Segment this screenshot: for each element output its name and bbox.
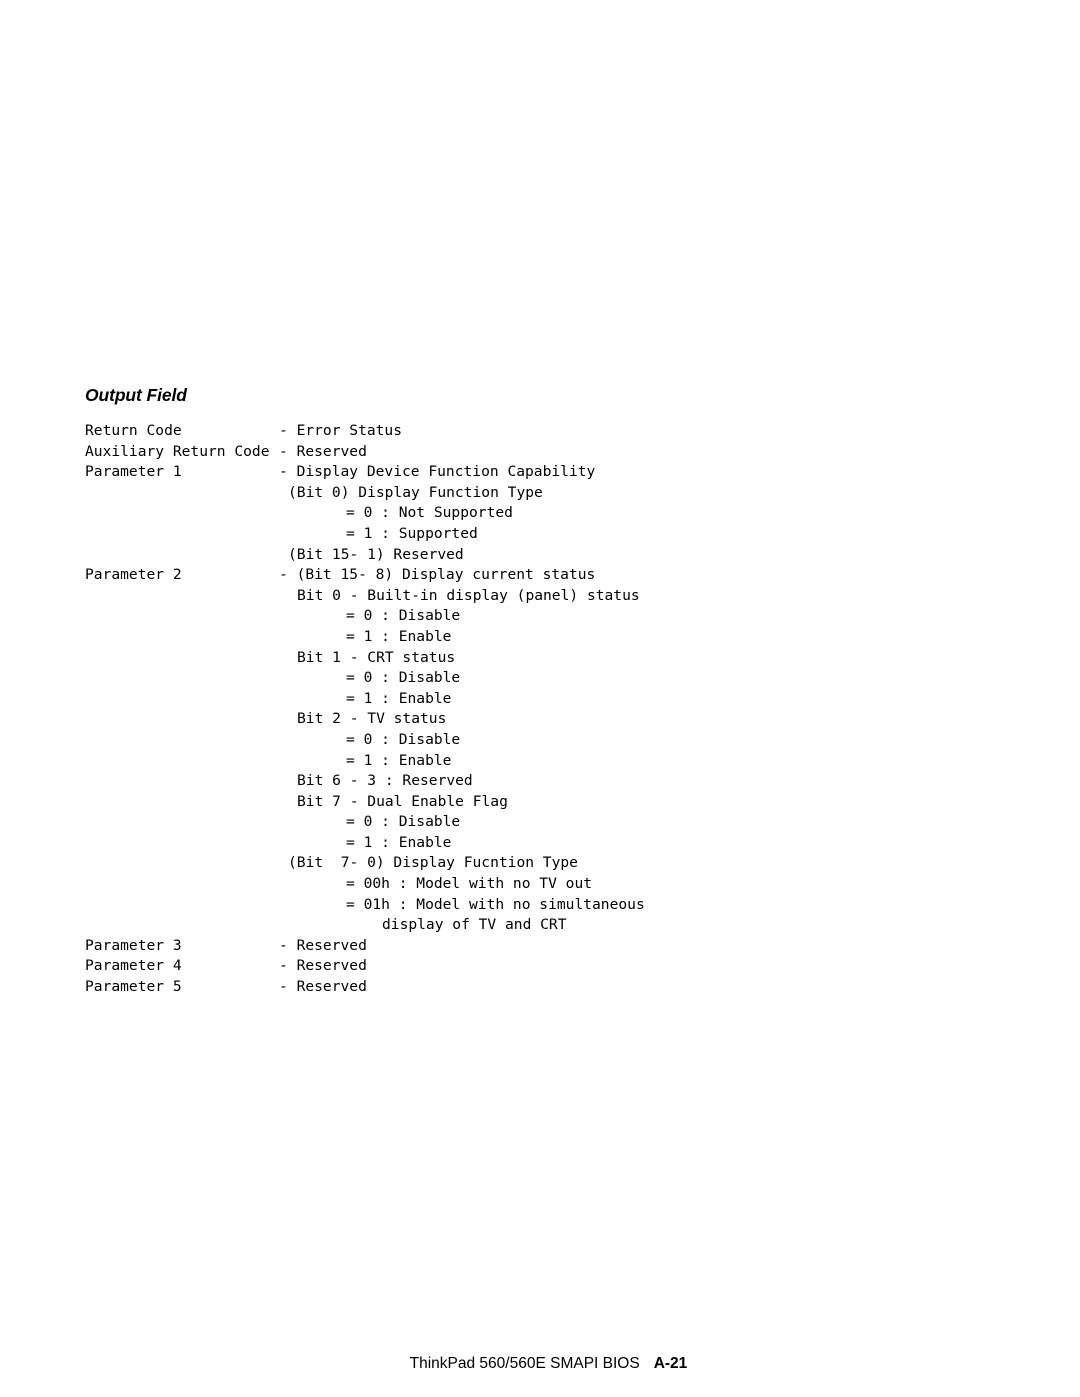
field-line: = 0 : Disable	[0, 730, 1080, 751]
field-line: = 1 : Enable	[0, 833, 1080, 854]
field-line: Parameter 2 - (Bit 15- 8) Display current…	[0, 565, 1080, 586]
footer-document-title: ThinkPad 560/560E SMAPI BIOS	[409, 1355, 640, 1372]
field-line: = 00h : Model with no TV out	[0, 874, 1080, 895]
field-line: Auxiliary Return Code - Reserved	[0, 442, 1080, 463]
field-value: = 0 : Disable	[346, 607, 461, 625]
field-value: = 1 : Supported	[346, 524, 478, 542]
field-value: - Reserved	[279, 936, 367, 954]
field-line: Parameter 3 - Reserved	[0, 936, 1080, 957]
field-line: Parameter 5 - Reserved	[0, 977, 1080, 998]
field-value: (Bit 7- 0) Display Fucntion Type	[288, 854, 578, 872]
field-value: (Bit 0) Display Function Type	[288, 483, 543, 501]
field-line: Return Code - Error Status	[0, 421, 1080, 442]
field-value: Bit 2 - TV status	[297, 710, 447, 728]
field-value: = 0 : Disable	[346, 730, 461, 748]
field-line: (Bit 15- 1) Reserved	[0, 545, 1080, 566]
field-value: - Error Status	[279, 422, 403, 439]
field-label: Parameter 2	[85, 566, 182, 584]
field-value: = 0 : Disable	[346, 669, 461, 687]
field-label: Return Code	[85, 422, 182, 439]
field-label: Parameter 1	[85, 463, 182, 481]
section-heading-output-field: Output Field	[85, 385, 187, 405]
field-label: Parameter 5	[85, 978, 182, 996]
field-value: = 00h : Model with no TV out	[346, 875, 593, 893]
field-value: Bit 7 - Dual Enable Flag	[297, 792, 508, 810]
field-value: - Reserved	[279, 957, 367, 975]
field-label: Parameter 3	[85, 936, 182, 954]
field-line: Bit 0 - Built-in display (panel) status	[0, 586, 1080, 607]
field-value: = 0 : Disable	[346, 813, 461, 831]
field-value: (Bit 15- 1) Reserved	[288, 545, 464, 563]
field-line: (Bit 7- 0) Display Fucntion Type	[0, 853, 1080, 874]
field-value: display of TV and CRT	[382, 916, 567, 934]
field-value: = 1 : Enable	[346, 833, 452, 851]
field-line: Bit 2 - TV status	[0, 709, 1080, 730]
field-line: = 0 : Disable	[0, 606, 1080, 627]
field-value: - (Bit 15- 8) Display current status	[279, 566, 596, 584]
field-line: display of TV and CRT	[0, 915, 1080, 936]
document-page: Output Field Return Code - Error Status Au…	[0, 0, 1080, 1397]
field-line: = 01h : Model with no simultaneous	[0, 895, 1080, 916]
footer-page-number: A-21	[653, 1355, 688, 1372]
field-line: Parameter 4 - Reserved	[0, 956, 1080, 977]
field-line: = 1 : Supported	[0, 524, 1080, 545]
field-value: - Reserved	[279, 978, 367, 996]
page-footer: ThinkPad 560/560E SMAPI BIOS A-21	[0, 1337, 1080, 1391]
field-line: = 1 : Enable	[0, 751, 1080, 772]
field-value: = 1 : Enable	[346, 751, 452, 769]
field-line: Parameter 1 - Display Device Function Cap…	[0, 462, 1080, 483]
field-line: Bit 1 - CRT status	[0, 648, 1080, 669]
field-value: = 1 : Enable	[346, 689, 452, 707]
field-value: Bit 0 - Built-in display (panel) status	[297, 586, 640, 604]
output-field-listing: Return Code - Error Status Auxiliary Retur…	[0, 421, 1080, 998]
field-value: = 0 : Not Supported	[346, 504, 513, 522]
field-line: = 0 : Disable	[0, 812, 1080, 833]
field-value: - Display Device Function Capability	[279, 463, 596, 481]
field-value: - Reserved	[279, 442, 367, 460]
field-line: = 1 : Enable	[0, 627, 1080, 648]
field-line: Bit 7 - Dual Enable Flag	[0, 792, 1080, 813]
field-value: Bit 1 - CRT status	[297, 648, 456, 666]
field-line: = 1 : Enable	[0, 689, 1080, 710]
field-line: = 0 : Disable	[0, 668, 1080, 689]
field-value: Bit 6 - 3 : Reserved	[297, 772, 473, 790]
field-label: Auxiliary Return Code	[85, 442, 270, 460]
field-label: Parameter 4	[85, 957, 182, 975]
field-value: = 01h : Model with no simultaneous	[346, 895, 645, 913]
field-value: = 1 : Enable	[346, 627, 452, 645]
field-line: Bit 6 - 3 : Reserved	[0, 771, 1080, 792]
field-line: = 0 : Not Supported	[0, 503, 1080, 524]
field-line: (Bit 0) Display Function Type	[0, 483, 1080, 504]
